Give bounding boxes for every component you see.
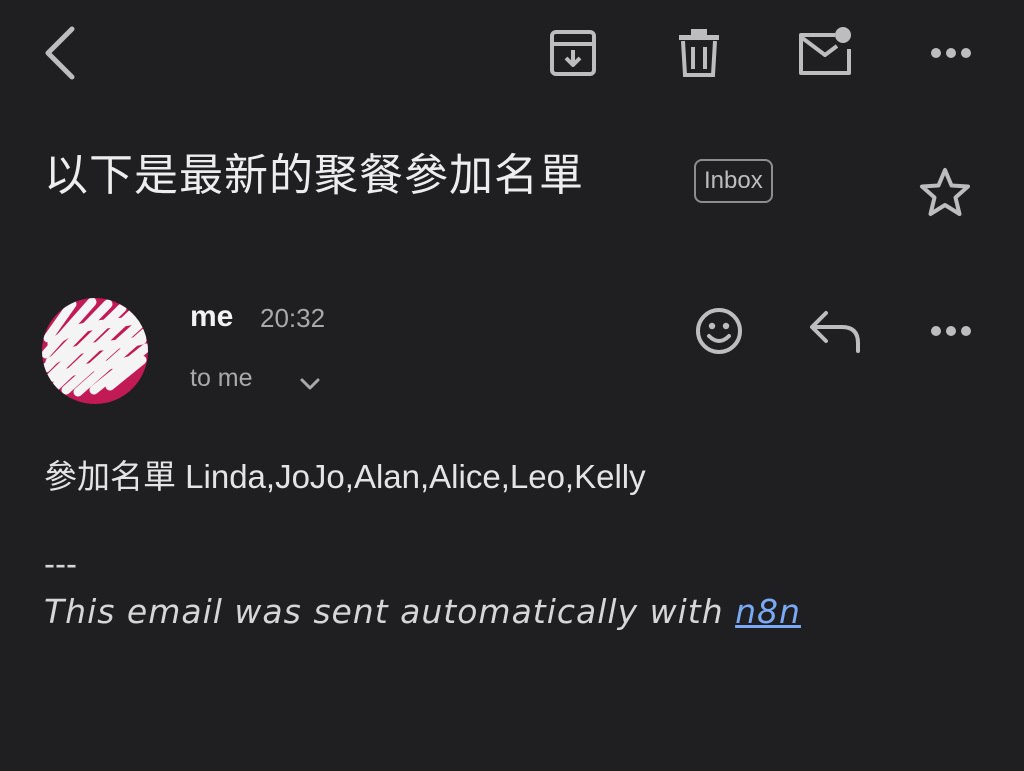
sender-avatar[interactable] xyxy=(42,298,148,404)
back-button[interactable] xyxy=(36,24,84,82)
smiley-icon xyxy=(696,308,742,354)
signature-text: This email was sent automatically with xyxy=(44,592,736,631)
chevron-down-icon xyxy=(300,378,320,390)
avatar-scribble xyxy=(42,298,148,397)
signature: This email was sent automatically with n… xyxy=(44,592,801,631)
email-body: 參加名單 Linda,JoJo,Alan,Alice,Leo,Kelly xyxy=(44,458,646,495)
back-icon xyxy=(45,26,75,80)
archive-icon xyxy=(550,30,596,76)
more-button[interactable] xyxy=(926,36,976,70)
archive-button[interactable] xyxy=(546,26,600,80)
sender-name: me xyxy=(190,300,234,333)
top-toolbar xyxy=(0,0,1024,110)
reply-icon xyxy=(810,311,860,353)
inbox-label-badge[interactable]: Inbox xyxy=(694,159,773,203)
more-icon xyxy=(931,48,971,58)
subject-row: 以下是最新的聚餐參加名單 Inbox xyxy=(44,148,984,218)
mark-unread-button[interactable] xyxy=(794,24,856,80)
reply-button[interactable] xyxy=(806,306,866,356)
react-emoji-button[interactable] xyxy=(692,304,746,358)
mark-unread-icon xyxy=(799,27,851,75)
star-button[interactable] xyxy=(916,164,974,222)
delete-button[interactable] xyxy=(674,26,724,80)
n8n-link[interactable]: n8n xyxy=(735,592,801,631)
more-icon xyxy=(931,326,971,336)
recipients-toggle[interactable]: to me xyxy=(190,364,253,393)
recipients-expand-button[interactable] xyxy=(296,370,324,398)
trash-icon xyxy=(679,29,719,77)
star-icon xyxy=(920,168,970,216)
email-subject: 以下是最新的聚餐參加名單 xyxy=(44,150,584,201)
sent-time: 20:32 xyxy=(260,303,326,333)
recipients-text: to me xyxy=(190,364,253,392)
signature-separator: --- xyxy=(44,545,77,582)
message-more-button[interactable] xyxy=(926,314,976,348)
